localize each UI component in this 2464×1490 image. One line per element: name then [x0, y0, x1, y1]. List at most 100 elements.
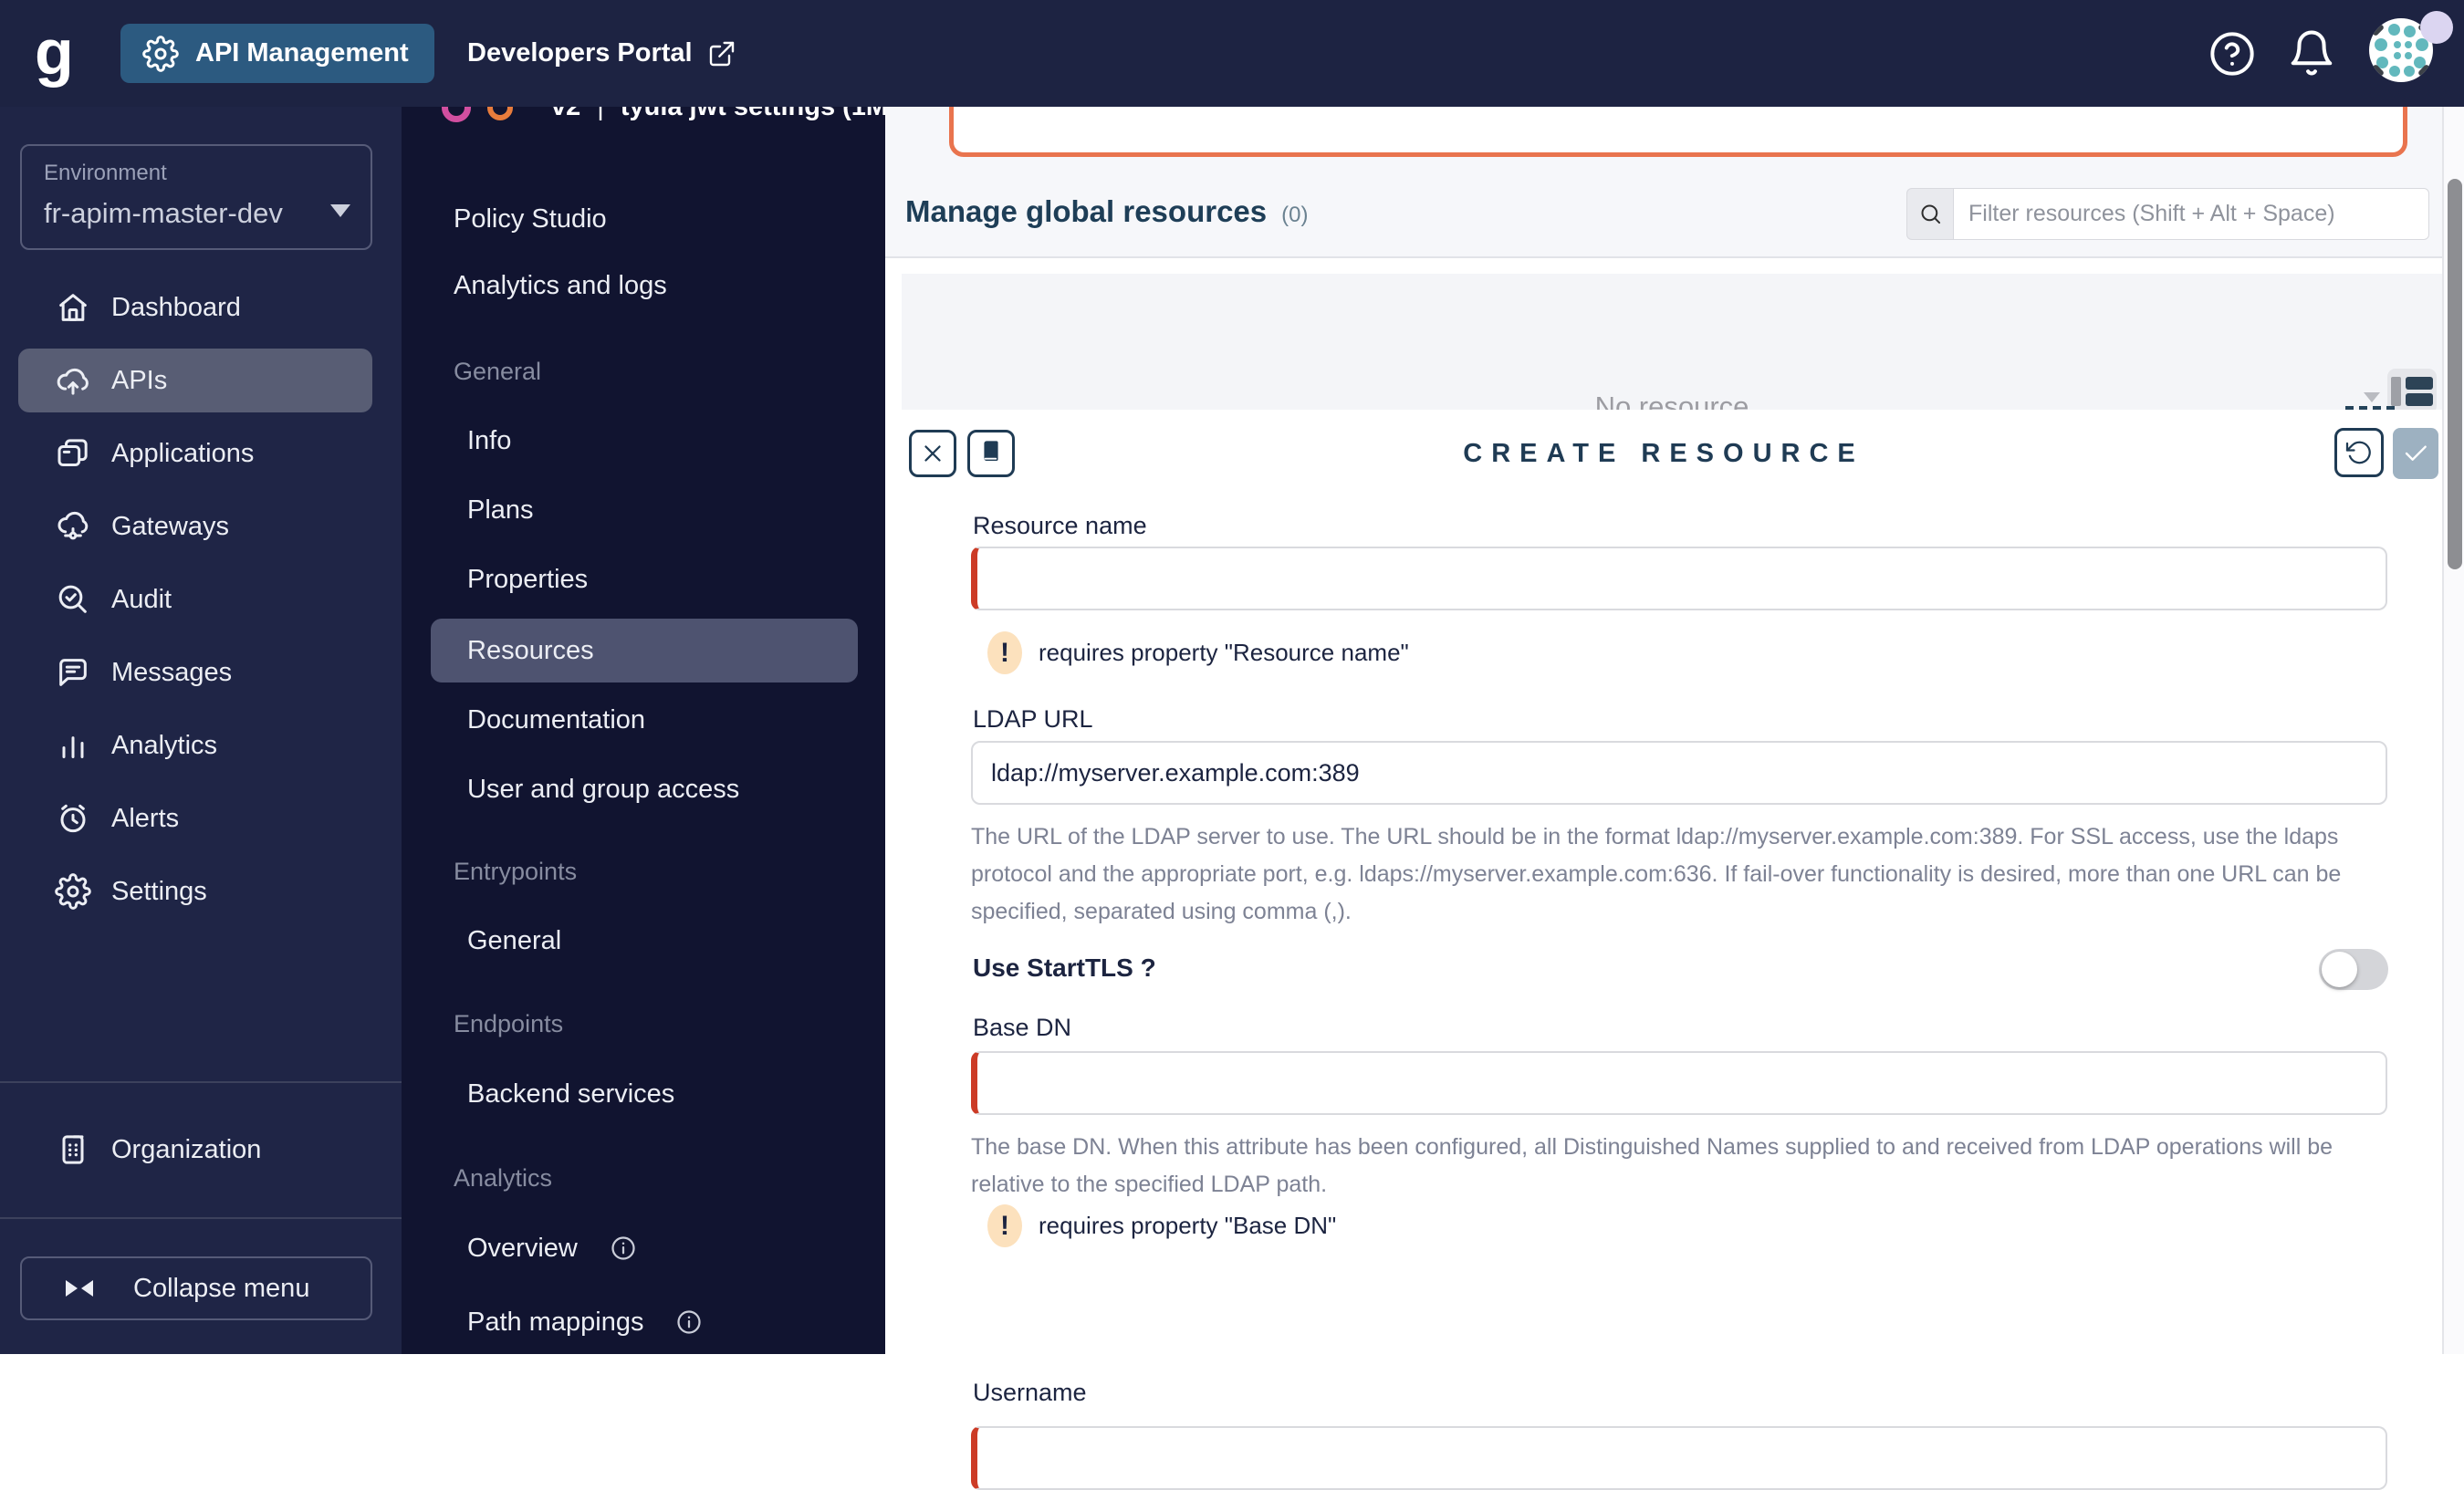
cloud-gateway-icon — [55, 508, 91, 545]
api-clipped-header: v2 | tyuia jwt settings (1M — [402, 107, 885, 129]
environment-value: fr-apim-master-dev — [44, 197, 283, 229]
resource-count: (0) — [1281, 203, 1309, 227]
header-divider — [885, 256, 2442, 258]
api-menu-item-user-and-group-access[interactable]: User and group access — [402, 760, 885, 818]
vertical-scrollbar[interactable] — [2448, 179, 2462, 569]
api-menu-item-resources[interactable]: Resources — [431, 619, 858, 682]
api-menu-item-documentation[interactable]: Documentation — [402, 691, 885, 749]
api-menu-item-entrypoints-general[interactable]: General — [402, 912, 885, 970]
notifications-bell-icon[interactable] — [2287, 28, 2336, 78]
submit-button[interactable] — [2393, 428, 2438, 479]
ldap-url-label: LDAP URL — [973, 705, 1093, 733]
filter-input[interactable] — [1953, 188, 2429, 240]
create-resource-toolbar: CREATE RESOURCE — [885, 410, 2442, 497]
search-icon — [1906, 188, 1953, 240]
api-menu-item-backend-services[interactable]: Backend services — [402, 1065, 885, 1123]
gear-icon — [55, 873, 91, 910]
ldap-url-help: The URL of the LDAP server to use. The U… — [971, 824, 2342, 924]
api-menu-section-analytics: Analytics — [454, 1164, 553, 1192]
resource-name-input[interactable] — [971, 547, 2387, 610]
sidebar-item-settings[interactable]: Settings — [0, 860, 402, 923]
api-menu-section-endpoints: Endpoints — [454, 1010, 564, 1037]
info-icon — [610, 1235, 637, 1262]
api-menu: v2 | tyuia jwt settings (1M Policy Studi… — [402, 107, 885, 1354]
resize-down-icon — [2364, 392, 2380, 402]
create-resource-title: CREATE RESOURCE — [1463, 438, 1864, 468]
resource-name-label: Resource name — [973, 512, 1147, 539]
scrollbar-gutter — [2442, 107, 2464, 1354]
username-label: Username — [973, 1379, 1087, 1406]
reset-button[interactable] — [2334, 428, 2384, 477]
message-icon — [55, 654, 91, 691]
api-menu-section-entrypoints: Entrypoints — [454, 858, 578, 885]
sidebar-item-organization[interactable]: Organization — [0, 1118, 402, 1182]
sidebar-item-applications[interactable]: Applications — [0, 422, 402, 485]
api-status-icon — [487, 107, 513, 120]
main-sidebar: Environment fr-apim-master-dev Dashboard… — [0, 107, 402, 1354]
alarm-clock-icon — [55, 800, 91, 837]
username-input[interactable] — [971, 1426, 2387, 1490]
collapse-menu-button[interactable]: Collapse menu — [20, 1256, 372, 1320]
api-version: v2 — [551, 107, 581, 121]
external-link-icon — [707, 39, 736, 68]
sidebar-item-alerts[interactable]: Alerts — [0, 787, 402, 850]
page-title: Manage global resources (0) — [905, 194, 1309, 228]
api-menu-item-analytics-and-logs[interactable]: Analytics and logs — [402, 256, 885, 315]
organization-icon — [55, 1131, 91, 1168]
applications-icon — [55, 435, 91, 472]
api-menu-item-plans[interactable]: Plans — [402, 481, 885, 539]
warning-icon: ! — [987, 631, 1022, 674]
gravitee-logo[interactable]: g — [35, 20, 74, 84]
rotate-ccw-icon — [2345, 439, 2373, 466]
api-menu-item-overview[interactable]: Overview — [402, 1219, 885, 1277]
base-dn-help: The base DN. When this attribute has bee… — [971, 1134, 2333, 1197]
api-management-label: API Management — [195, 38, 409, 68]
notice-banner — [949, 107, 2407, 157]
warning-icon: ! — [987, 1204, 1022, 1247]
api-menu-section-general: General — [454, 358, 542, 385]
resources-empty-panel: No resource — [902, 274, 2442, 422]
chevron-down-icon — [330, 204, 350, 217]
resource-name-error: ! requires property "Resource name" — [987, 631, 1409, 674]
bar-chart-icon — [55, 727, 91, 764]
start-tls-label: Use StartTLS ? — [973, 953, 1156, 982]
base-dn-input[interactable] — [971, 1051, 2387, 1115]
environment-selector[interactable]: Environment fr-apim-master-dev — [20, 144, 372, 250]
start-tls-toggle[interactable] — [2319, 949, 2388, 990]
help-icon[interactable] — [2208, 30, 2256, 78]
resources-header: Manage global resources (0) — [885, 107, 2442, 256]
cloud-upload-icon — [55, 362, 91, 399]
sidebar-item-apis[interactable]: APIs — [18, 349, 372, 412]
info-icon — [675, 1308, 703, 1336]
api-avatar-icon — [442, 107, 471, 122]
avatar-status-badge — [2420, 11, 2453, 44]
api-management-button[interactable]: API Management — [120, 24, 434, 83]
main-content: Manage global resources (0) No resource … — [885, 107, 2464, 1490]
sidebar-item-messages[interactable]: Messages — [0, 641, 402, 704]
top-navbar: g API Management Developers Portal — [0, 0, 2464, 107]
sidebar-divider — [0, 1217, 402, 1219]
base-dn-label: Base DN — [973, 1014, 1072, 1041]
filter-resources — [1906, 188, 2429, 240]
api-menu-item-path-mappings[interactable]: Path mappings — [402, 1293, 885, 1351]
home-icon — [55, 289, 91, 326]
environment-label: Environment — [44, 161, 167, 185]
sidebar-item-audit[interactable]: Audit — [0, 568, 402, 631]
audit-search-check-icon — [55, 581, 91, 618]
developers-portal-label: Developers Portal — [467, 38, 693, 68]
api-title: tyuia jwt settings (1M — [620, 107, 885, 121]
create-resource-form: Resource name ! requires property "Resou… — [885, 497, 2442, 1490]
ldap-url-input[interactable] — [971, 741, 2387, 805]
gear-icon — [142, 35, 179, 72]
sidebar-item-gateways[interactable]: Gateways — [0, 495, 402, 558]
sidebar-divider — [0, 1081, 402, 1083]
sidebar-item-analytics[interactable]: Analytics — [0, 714, 402, 777]
check-icon — [2401, 439, 2430, 468]
base-dn-error: ! requires property "Base DN" — [987, 1204, 1336, 1247]
api-menu-item-properties[interactable]: Properties — [402, 550, 885, 609]
sidebar-item-dashboard[interactable]: Dashboard — [0, 276, 402, 339]
api-menu-item-info[interactable]: Info — [402, 412, 885, 470]
developers-portal-link[interactable]: Developers Portal — [467, 24, 736, 83]
api-menu-item-policy-studio[interactable]: Policy Studio — [402, 190, 885, 248]
collapse-icon — [66, 1280, 93, 1297]
